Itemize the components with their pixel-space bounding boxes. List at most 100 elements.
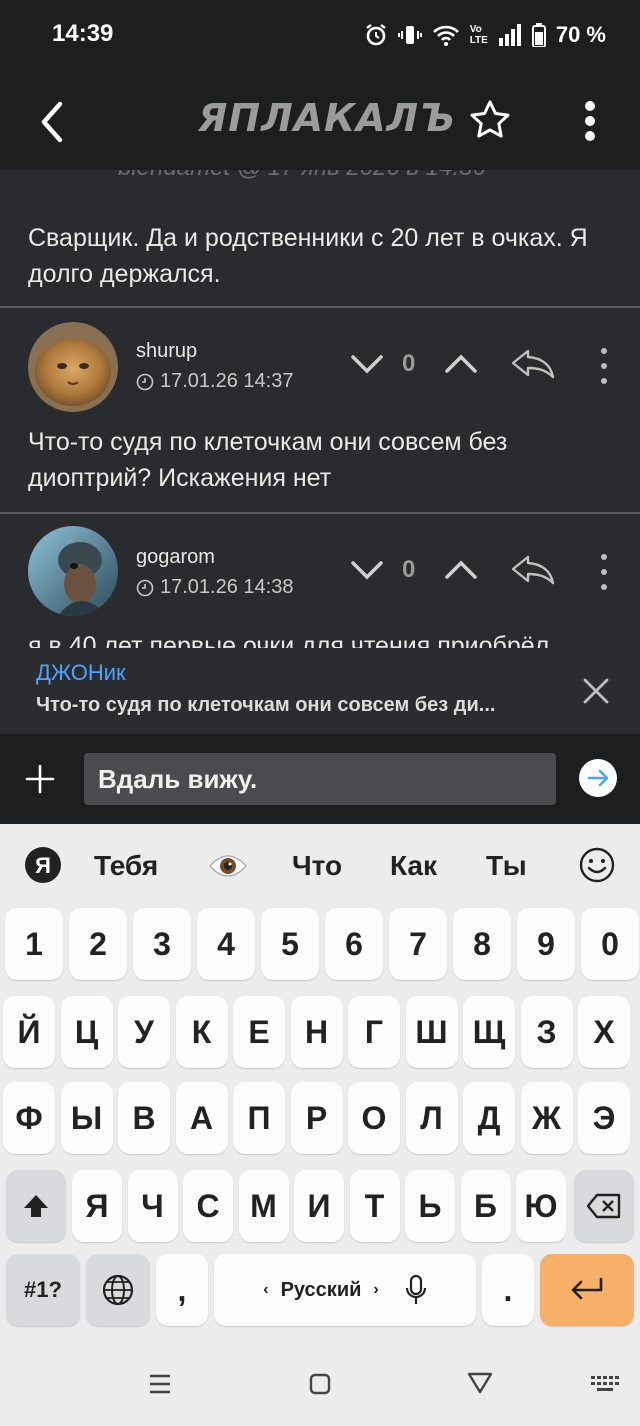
back-arrow-icon[interactable] [36,100,66,144]
key-1[interactable]: 1 [5,908,63,980]
comment-author[interactable]: shurup [136,340,197,363]
key-М[interactable]: М [238,1170,289,1242]
key-З[interactable]: З [520,996,573,1068]
plus-icon[interactable] [25,764,55,794]
key-В[interactable]: В [118,1082,170,1154]
key-Л[interactable]: Л [405,1082,458,1154]
key-Ч[interactable]: Ч [127,1170,178,1242]
key-Ю[interactable]: Ю [516,1170,566,1242]
key-С[interactable]: С [183,1170,233,1242]
comment-author[interactable]: gogarom [136,546,215,569]
key-9[interactable]: 9 [517,908,575,980]
key-Т[interactable]: Т [349,1170,400,1242]
key-Х[interactable]: Х [578,996,630,1068]
upvote-icon[interactable] [444,558,478,582]
keyboard-hide-icon[interactable] [590,1374,620,1394]
more-menu-icon[interactable] [580,100,600,144]
star-icon[interactable] [468,98,512,142]
suggestion[interactable]: Что [292,850,342,882]
key-Ф[interactable]: Ф [3,1082,55,1154]
message-input-bar [0,734,640,824]
reply-arrow-icon[interactable] [510,554,556,586]
comment-time-text: 17.01.26 14:38 [160,576,294,598]
key-5[interactable]: 5 [261,908,319,980]
reply-arrow-icon[interactable] [510,348,556,380]
key-Ь[interactable]: Ь [405,1170,455,1242]
reply-target-name: ДЖОНик [36,660,126,685]
key-Е[interactable]: Е [233,996,285,1068]
enter-key[interactable] [540,1254,634,1326]
close-icon[interactable] [582,677,610,705]
backspace-icon [586,1193,621,1219]
key-А[interactable]: А [175,1082,228,1154]
shift-key[interactable] [6,1170,66,1242]
period-key[interactable]: . [482,1254,534,1326]
key-Б[interactable]: Б [460,1170,511,1242]
reply-target-text: Что-то судя по клеточкам они совсем без … [36,694,496,716]
key-6[interactable]: 6 [325,908,383,980]
key-2[interactable]: 2 [69,908,127,980]
avatar[interactable] [28,526,118,616]
back-icon[interactable] [466,1370,494,1396]
comment-time: 17.01.26 14:38 [136,576,293,599]
suggestion[interactable]: Тебя [94,850,158,882]
key-8[interactable]: 8 [453,908,511,980]
key-Я[interactable]: Я [72,1170,122,1242]
shift-icon [24,1195,48,1217]
reply-preview[interactable]: ДЖОНик Что-то судя по клеточкам они совс… [0,648,640,734]
key-Ж[interactable]: Ж [520,1082,573,1154]
yandex-icon[interactable]: Я [24,846,62,884]
send-icon[interactable] [578,758,618,798]
clock-icon [136,373,154,390]
comment-menu-icon[interactable] [598,554,610,590]
home-icon[interactable] [308,1372,332,1396]
comment-item: shurup 17.01.26 14:37 0 Что-то судя по к… [0,308,640,512]
key-Ы[interactable]: Ы [60,1082,113,1154]
suggestion[interactable]: Как [390,850,437,882]
comments-list[interactable]: blendamet @ 17 янв 2026 в 14:36 Сварщик.… [0,170,640,648]
key-Н[interactable]: Н [290,996,343,1068]
key-Р[interactable]: Р [290,1082,343,1154]
key-3[interactable]: 3 [133,908,191,980]
key-П[interactable]: П [233,1082,285,1154]
emoji-icon[interactable] [578,846,616,884]
battery-icon [531,23,546,47]
language-key[interactable] [86,1254,150,1326]
space-prev-language: ‹ [263,1281,269,1298]
downvote-icon[interactable] [350,352,384,376]
comma-key[interactable]: , [156,1254,208,1326]
space-key-label: Русский [280,1278,362,1301]
avatar[interactable] [28,322,118,412]
recent-apps-icon[interactable] [148,1372,172,1396]
suggestion[interactable]: Ты [486,850,527,882]
key-Щ[interactable]: Щ [463,996,515,1068]
clock-icon [136,579,154,596]
key-0[interactable]: 0 [581,908,639,980]
key-У[interactable]: У [118,996,170,1068]
system-nav-bar [0,1344,640,1426]
key-К[interactable]: К [175,996,228,1068]
backspace-key[interactable] [574,1170,634,1242]
key-4[interactable]: 4 [197,908,255,980]
message-input[interactable] [84,753,556,805]
key-7[interactable]: 7 [389,908,447,980]
key-Ц[interactable]: Ц [60,996,113,1068]
upvote-icon[interactable] [444,352,478,376]
key-Й[interactable]: Й [3,996,55,1068]
key-Ш[interactable]: Ш [405,996,458,1068]
comment-time-text: 17.01.26 14:37 [160,370,294,392]
downvote-icon[interactable] [350,558,384,582]
microphone-icon[interactable] [405,1274,427,1306]
previous-post-text: Сварщик. Да и родственники с 20 лет в оч… [28,224,588,288]
key-Э[interactable]: Э [578,1082,630,1154]
comment-text: Что-то судя по клеточкам они совсем без … [28,428,508,492]
site-logo[interactable]: ЯПЛАКАЛЪ [198,96,456,140]
space-key[interactable]: ‹ Русский › [214,1254,476,1326]
key-И[interactable]: И [294,1170,344,1242]
symbols-key[interactable]: #1? [6,1254,80,1326]
key-О[interactable]: О [348,1082,400,1154]
eye-emoji-icon[interactable] [208,852,248,880]
key-Г[interactable]: Г [348,996,400,1068]
comment-menu-icon[interactable] [598,348,610,384]
key-Д[interactable]: Д [463,1082,515,1154]
